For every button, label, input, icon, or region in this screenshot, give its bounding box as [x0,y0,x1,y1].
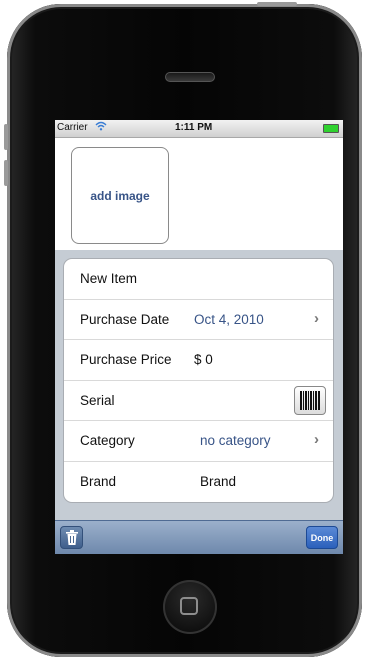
volume-down-button [4,160,8,186]
screen: Carrier 1:11 PM add image New Item Purch… [55,120,343,554]
barcode-icon [300,390,320,410]
category-row[interactable]: Category no category › [64,421,333,462]
status-time: 1:11 PM [175,122,213,133]
name-field[interactable]: New Item [80,271,137,286]
chevron-right-icon: › [314,431,319,448]
purchase-price-row[interactable]: Purchase Price $ 0 [64,340,333,381]
brand-value[interactable]: Brand [200,474,236,489]
brand-row[interactable]: Brand Brand [64,462,333,503]
wifi-icon [95,121,107,134]
serial-row[interactable]: Serial [64,381,333,421]
name-row[interactable]: New Item [64,259,333,300]
carrier-label: Carrier [57,122,88,133]
chevron-right-icon: › [314,309,319,327]
battery-icon [323,124,339,133]
done-button[interactable]: Done [306,526,338,549]
volume-up-button [4,124,8,150]
home-button-icon[interactable] [163,580,217,634]
row-label: Purchase Date [80,311,170,327]
image-header: add image [55,138,343,250]
sleep-button [257,2,297,6]
scan-barcode-button[interactable] [294,385,326,415]
category-value: no category [200,433,271,448]
trash-icon [66,530,78,545]
add-image-button[interactable]: add image [71,147,169,244]
home-square-icon [180,597,198,615]
status-bar: Carrier 1:11 PM [55,120,343,138]
earpiece-speaker [165,72,215,82]
item-form: New Item Purchase Date Oct 4, 2010 › Pur… [55,250,343,520]
row-label: Category [80,433,135,448]
row-label: Serial [80,392,115,408]
delete-button[interactable] [60,526,83,549]
form-group: New Item Purchase Date Oct 4, 2010 › Pur… [63,258,334,503]
row-label: Brand [80,473,117,489]
purchase-price-value[interactable]: $ 0 [194,352,213,367]
purchase-date-row[interactable]: Purchase Date Oct 4, 2010 › [64,300,333,340]
row-label: Purchase Price [80,352,172,367]
bottom-toolbar: Done [55,520,343,554]
purchase-date-value: Oct 4, 2010 [194,311,264,327]
